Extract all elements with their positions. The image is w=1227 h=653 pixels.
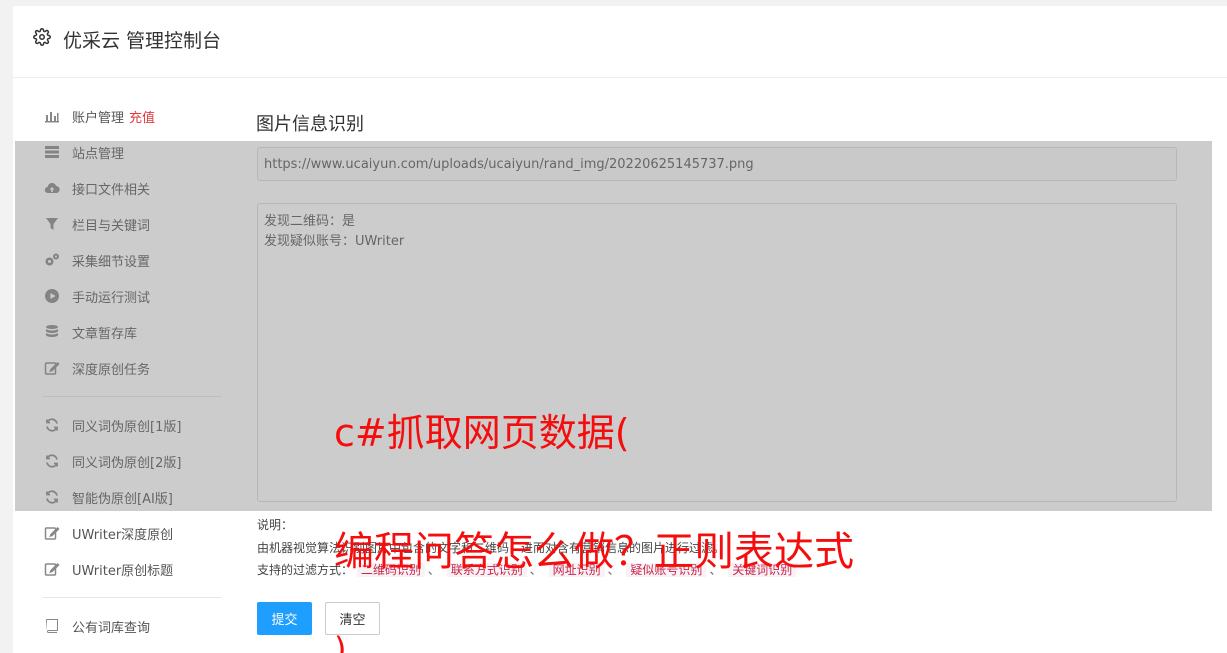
watermark-line-1: c#抓取网页数据( <box>334 411 630 455</box>
sidebar-item-label: 智能伪原创[AI版] <box>72 491 173 507</box>
refresh-icon <box>43 489 60 506</box>
watermark-line-3: ) <box>334 630 347 653</box>
header: 优采云 管理控制台 <box>13 6 1227 78</box>
refresh-icon <box>43 417 60 434</box>
sidebar-item-ai-rewrite[interactable]: 智能伪原创[AI版] <box>43 487 173 507</box>
sidebar-item-public-lexicon[interactable]: 公有词库查询 <box>43 616 150 636</box>
sidebar-item-label: 深度原创任务 <box>72 362 151 378</box>
bar-chart-icon <box>43 108 60 125</box>
sidebar-item-label: 公有词库查询 <box>72 620 151 636</box>
sidebar-item-label: 栏目与关键词 <box>72 218 151 234</box>
result-textarea[interactable]: 发现二维码：是 发现疑似账号：UWriter <box>257 203 1177 502</box>
sidebar-item-account[interactable]: 账户管理 充值 <box>43 106 155 126</box>
submit-button[interactable]: 提交 <box>257 602 312 635</box>
sidebar-item-label: UWriter深度原创 <box>72 527 174 543</box>
sidebar-item-collect-settings[interactable]: 采集细节设置 <box>43 250 150 270</box>
server-icon <box>43 144 60 161</box>
sidebar-item-interface-files[interactable]: 接口文件相关 <box>43 178 150 198</box>
database-icon <box>43 324 60 341</box>
gears-icon <box>43 252 60 269</box>
sidebar-item-sites[interactable]: 站点管理 <box>43 142 124 162</box>
gear-icon <box>33 28 51 46</box>
page-title: 优采云 管理控制台 <box>63 30 222 52</box>
book-icon <box>43 618 60 635</box>
play-icon <box>43 288 60 305</box>
sidebar-item-label: UWriter原创标题 <box>72 563 174 579</box>
sidebar-item-label: 账户管理 <box>72 110 125 126</box>
section-title: 图片信息识别 <box>256 114 364 135</box>
sidebar-item-label: 接口文件相关 <box>72 182 151 198</box>
sidebar-item-label: 站点管理 <box>72 146 125 162</box>
sidebar-item-uwriter-deep[interactable]: UWriter深度原创 <box>43 523 173 543</box>
recharge-link[interactable]: 充值 <box>129 107 155 126</box>
sidebar-item-article-store[interactable]: 文章暂存库 <box>43 322 137 342</box>
sidebar-item-synonym-v1[interactable]: 同义词伪原创[1版] <box>43 415 181 435</box>
sidebar-item-label: 同义词伪原创[2版] <box>72 455 182 471</box>
cloud-upload-icon <box>43 180 60 197</box>
sidebar-item-uwriter-title[interactable]: UWriter原创标题 <box>43 559 173 579</box>
sidebar-item-label: 文章暂存库 <box>72 326 138 342</box>
sidebar-divider <box>43 396 221 397</box>
sidebar-divider <box>43 597 221 598</box>
sidebar-item-deep-original[interactable]: 深度原创任务 <box>43 358 150 378</box>
watermark-line-2: 编程问答怎么做？正则表达式 <box>334 529 854 575</box>
sidebar-item-label: 同义词伪原创[1版] <box>72 419 182 435</box>
sidebar-item-label: 手动运行测试 <box>72 290 151 306</box>
filter-icon <box>43 216 60 233</box>
result-line-account: 发现疑似账号：UWriter <box>264 234 405 249</box>
edit-icon <box>43 561 60 578</box>
sidebar-item-synonym-v2[interactable]: 同义词伪原创[2版] <box>43 451 181 471</box>
sidebar-item-columns-keywords[interactable]: 栏目与关键词 <box>43 214 150 234</box>
edit-icon <box>43 525 60 542</box>
note-label: 说明： <box>257 518 294 532</box>
refresh-icon <box>43 453 60 470</box>
sidebar-item-label: 采集细节设置 <box>72 254 151 270</box>
sidebar-item-manual-test[interactable]: 手动运行测试 <box>43 286 150 306</box>
result-line-qrcode: 发现二维码：是 <box>264 214 356 229</box>
edit-icon <box>43 360 60 377</box>
image-url-input[interactable] <box>257 147 1177 181</box>
